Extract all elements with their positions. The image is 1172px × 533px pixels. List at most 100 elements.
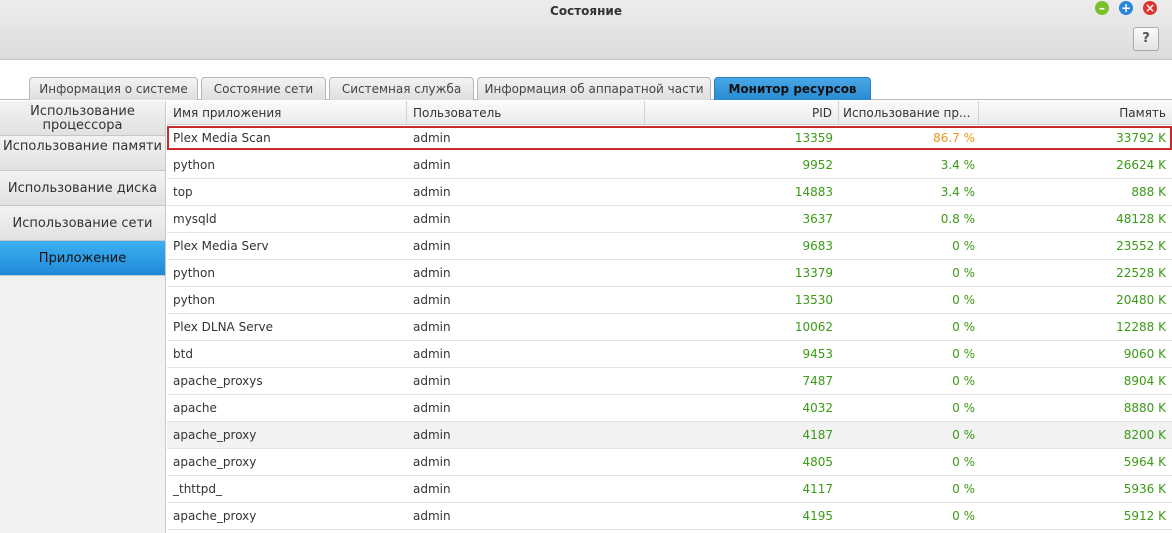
cell-memory: 5964 K — [1123, 455, 1166, 469]
tab-system-info[interactable]: Информация о системе — [29, 77, 198, 100]
cell-user: admin — [413, 401, 451, 415]
cell-app-name: apache_proxy — [173, 428, 257, 442]
cell-user: admin — [413, 239, 451, 253]
sidebar-item-network-usage[interactable]: Использование сети — [0, 206, 165, 241]
cell-pid: 13379 — [794, 266, 833, 280]
cell-cpu-usage: 3.4 % — [940, 185, 975, 199]
cell-cpu-usage: 86.7 % — [933, 130, 975, 145]
tab-hardware-info[interactable]: Информация об аппаратной части — [477, 77, 711, 100]
tab-system-service[interactable]: Системная служба — [329, 77, 474, 100]
table-row[interactable]: btd admin 9453 0 % 9060 K — [167, 341, 1172, 368]
sidebar: Использование процессора Использование п… — [0, 101, 166, 533]
sidebar-item-cpu-usage[interactable]: Использование процессора — [0, 101, 165, 136]
cell-memory: 888 K — [1131, 185, 1166, 199]
cell-user: admin — [413, 158, 451, 172]
cell-cpu-usage: 0 % — [952, 509, 975, 523]
cell-user: admin — [413, 347, 451, 361]
cell-cpu-usage: 0 % — [952, 320, 975, 334]
cell-app-name: python — [173, 293, 215, 307]
cell-app-name: Plex Media Scan — [173, 130, 271, 145]
table-row[interactable]: apache_proxy admin 4195 0 % 5912 K — [167, 503, 1172, 530]
cell-cpu-usage: 3.4 % — [940, 158, 975, 172]
table-row[interactable]: python admin 13530 0 % 20480 K — [167, 287, 1172, 314]
cell-user: admin — [413, 374, 451, 388]
cell-memory: 5936 K — [1123, 482, 1166, 496]
column-header-user[interactable]: Пользователь — [407, 101, 645, 125]
sidebar-item-application[interactable]: Приложение — [0, 241, 165, 276]
cell-app-name: Plex DLNA Serve — [173, 320, 274, 334]
tab-network-status[interactable]: Состояние сети — [201, 77, 326, 100]
cell-user: admin — [413, 212, 451, 226]
table-row[interactable]: _thttpd_ admin 4117 0 % 5936 K — [167, 476, 1172, 503]
cell-memory: 48128 K — [1116, 212, 1166, 226]
cell-memory: 9060 K — [1123, 347, 1166, 361]
cell-cpu-usage: 0 % — [952, 374, 975, 388]
cell-pid: 4805 — [802, 455, 833, 469]
cell-user: admin — [413, 130, 451, 145]
cell-memory: 5912 K — [1123, 509, 1166, 523]
tab-resource-monitor[interactable]: Монитор ресурсов — [714, 77, 871, 100]
cell-memory: 26624 K — [1116, 158, 1166, 172]
cell-pid: 13359 — [794, 130, 833, 145]
cell-pid: 4195 — [802, 509, 833, 523]
column-header-pid[interactable]: PID — [645, 101, 839, 125]
tab-bar: Информация о системе Состояние сети Сист… — [0, 60, 1172, 100]
table-row[interactable]: mysqld admin 3637 0.8 % 48128 K — [167, 206, 1172, 233]
cell-app-name: apache_proxy — [173, 509, 257, 523]
maximize-icon[interactable]: + — [1119, 1, 1133, 15]
table-row[interactable]: Plex Media Serv admin 9683 0 % 23552 K — [167, 233, 1172, 260]
table-row[interactable]: Plex DLNA Serve admin 10062 0 % 12288 K — [167, 314, 1172, 341]
cell-user: admin — [413, 428, 451, 442]
table-row[interactable]: apache_proxy admin 4805 0 % 5964 K — [167, 449, 1172, 476]
table-row[interactable]: python admin 9952 3.4 % 26624 K — [167, 152, 1172, 179]
cell-app-name: apache — [173, 401, 217, 415]
cell-pid: 4117 — [802, 482, 833, 496]
cell-pid: 14883 — [794, 185, 833, 199]
table-row[interactable]: apache_proxys admin 7487 0 % 8904 K — [167, 368, 1172, 395]
table-row[interactable]: python admin 13379 0 % 22528 K — [167, 260, 1172, 287]
sidebar-item-memory-usage[interactable]: Использование памяти — [0, 136, 165, 171]
title-bar: Состояние – + × ? — [0, 0, 1172, 60]
process-table: Имя приложения Пользователь PID Использо… — [167, 101, 1172, 533]
cell-cpu-usage: 0 % — [952, 266, 975, 280]
table-header: Имя приложения Пользователь PID Использо… — [167, 101, 1172, 125]
cell-user: admin — [413, 320, 451, 334]
cell-pid: 7487 — [802, 374, 833, 388]
cell-cpu-usage: 0 % — [952, 482, 975, 496]
sidebar-item-disk-usage[interactable]: Использование диска — [0, 171, 165, 206]
cell-pid: 3637 — [802, 212, 833, 226]
cell-cpu-usage: 0 % — [952, 428, 975, 442]
cell-user: admin — [413, 482, 451, 496]
cell-cpu-usage: 0 % — [952, 455, 975, 469]
table-row[interactable]: apache_proxy admin 4187 0 % 8200 K — [167, 422, 1172, 449]
table-row[interactable]: top admin 14883 3.4 % 888 K — [167, 179, 1172, 206]
cell-app-name: mysqld — [173, 212, 217, 226]
minimize-icon[interactable]: – — [1095, 1, 1109, 15]
table-row[interactable]: apache admin 4032 0 % 8880 K — [167, 395, 1172, 422]
cell-cpu-usage: 0.8 % — [940, 212, 975, 226]
cell-cpu-usage: 0 % — [952, 293, 975, 307]
cell-memory: 23552 K — [1116, 239, 1166, 253]
cell-memory: 33792 K — [1116, 130, 1166, 145]
cell-pid: 10062 — [794, 320, 833, 334]
column-header-memory[interactable]: Память — [979, 101, 1172, 125]
cell-memory: 20480 K — [1116, 293, 1166, 307]
window-title: Состояние — [550, 4, 622, 18]
column-header-cpu[interactable]: Использование пр... — [837, 101, 979, 125]
cell-memory: 8200 K — [1123, 428, 1166, 442]
cell-app-name: python — [173, 158, 215, 172]
cell-pid: 9683 — [802, 239, 833, 253]
cell-user: admin — [413, 293, 451, 307]
cell-memory: 8880 K — [1123, 401, 1166, 415]
cell-user: admin — [413, 455, 451, 469]
cell-pid: 9453 — [802, 347, 833, 361]
help-button[interactable]: ? — [1133, 27, 1159, 51]
cell-user: admin — [413, 266, 451, 280]
table-row[interactable]: Plex Media Scan admin 13359 86.7 % 33792 K — [167, 126, 1172, 150]
cell-pid: 4187 — [802, 428, 833, 442]
column-header-name[interactable]: Имя приложения — [167, 101, 407, 125]
cell-cpu-usage: 0 % — [952, 401, 975, 415]
cell-memory: 8904 K — [1123, 374, 1166, 388]
cell-app-name: btd — [173, 347, 193, 361]
close-icon[interactable]: × — [1143, 1, 1157, 15]
